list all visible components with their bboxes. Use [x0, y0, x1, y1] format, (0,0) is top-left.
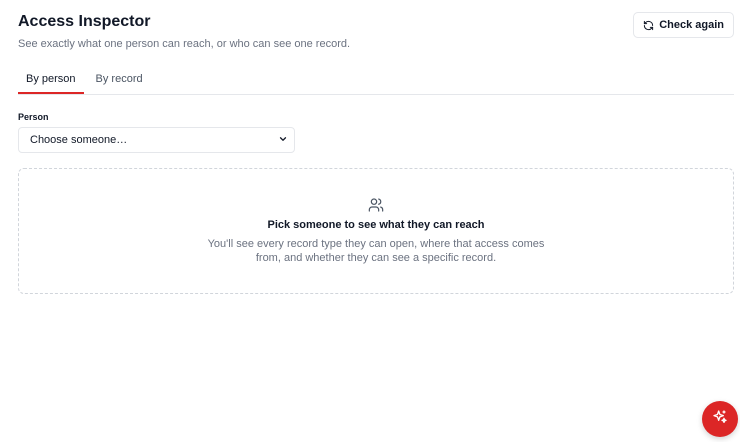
empty-state-panel: Pick someone to see what they can reach … — [18, 168, 734, 294]
sparkles-icon — [712, 409, 728, 430]
person-select-value: Choose someone… — [30, 134, 128, 146]
empty-state-description-line: from, and whether they can see a specifi… — [255, 252, 497, 264]
page-title: Access Inspector — [18, 13, 151, 30]
empty-state-description: You'll see every record type they can op… — [19, 237, 733, 265]
page-header: Access Inspector See exactly what one pe… — [18, 12, 734, 51]
person-select[interactable]: Choose someone… — [18, 127, 295, 153]
users-icon — [368, 197, 384, 218]
page-subtitle: See exactly what one person can reach, o… — [18, 38, 351, 50]
empty-state-description-line: You'll see every record type they can op… — [207, 238, 545, 250]
assistant-fab-button[interactable] — [702, 401, 738, 437]
empty-state-title: Pick someone to see what they can reach — [267, 219, 485, 231]
person-field-label: Person — [18, 112, 49, 122]
tab-by-record[interactable]: By record — [88, 68, 151, 94]
tab-by-person[interactable]: By person — [18, 68, 84, 94]
access-inspector-page: Access Inspector See exactly what one pe… — [0, 0, 740, 442]
tab-bar: By person By record — [18, 68, 734, 95]
check-again-button[interactable]: Check again — [633, 12, 734, 38]
check-again-label: Check again — [659, 19, 724, 31]
refresh-icon — [643, 20, 654, 31]
chevron-down-icon — [278, 131, 288, 149]
